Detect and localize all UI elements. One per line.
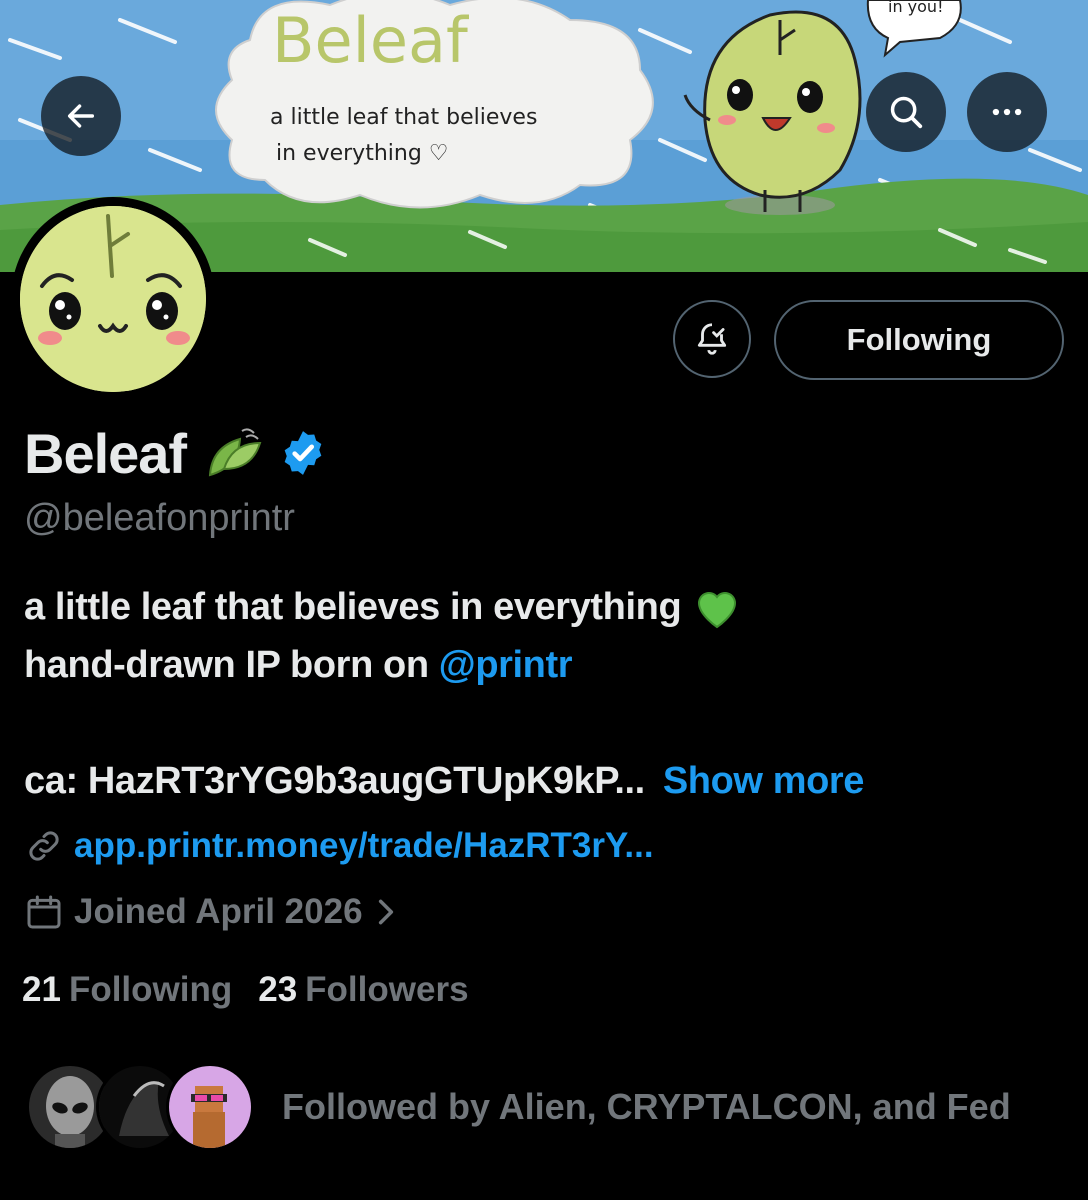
show-more-link[interactable]: Show more	[663, 752, 865, 810]
bio-text-2: hand-drawn IP born on	[24, 644, 429, 686]
more-button[interactable]	[967, 72, 1047, 152]
followed-by-text[interactable]: Followed by Alien, CRYPTALCON, and Fed	[282, 1086, 1011, 1128]
search-icon	[890, 96, 923, 129]
profile-website-row: app.printr.money/trade/HazRT3rY...	[24, 826, 654, 866]
following-label: Following	[68, 970, 233, 1009]
followers-count: 23	[258, 970, 298, 1009]
bio-text-1: a little leaf that believes in everythin…	[24, 586, 682, 628]
more-horizontal-icon	[992, 108, 1022, 116]
bio-contract-address: ca: HazRT3rYG9b3augGTUpK9kP...	[24, 760, 645, 802]
bell-check-icon	[697, 323, 727, 355]
back-button[interactable]	[41, 76, 121, 156]
search-button[interactable]	[866, 72, 946, 152]
bio-line-3: ca: HazRT3rYG9b3augGTUpK9kP... Show more	[24, 752, 864, 810]
banner-speech-text: in you!	[888, 0, 943, 16]
banner-tagline-line1: a little leaf that believes	[270, 105, 537, 130]
leaf-mascot-avatar	[20, 206, 206, 392]
joined-date: Joined April 2026	[74, 892, 363, 931]
profile-website-link[interactable]: app.printr.money/trade/HazRT3rY...	[74, 826, 654, 866]
followers-count-link[interactable]: 23 Followers	[258, 970, 468, 1010]
leaves-icon	[202, 425, 264, 481]
following-count-link[interactable]: 21 Following	[22, 970, 232, 1010]
chevron-right-icon	[375, 896, 397, 928]
followers-label: Followers	[305, 970, 469, 1009]
following-button[interactable]: Following	[774, 300, 1064, 380]
profile-stats: 21 Following 23 Followers	[22, 970, 469, 1010]
display-name: Beleaf	[24, 421, 187, 485]
banner-tagline-line2: in everything ♡	[276, 141, 449, 166]
profile-bio: a little leaf that believes in everythin…	[24, 578, 864, 810]
profile-name-row: Beleaf	[24, 418, 328, 488]
bio-line-1: a little leaf that believes in everythin…	[24, 578, 864, 636]
notifications-button[interactable]	[673, 300, 751, 378]
link-icon	[29, 831, 59, 861]
verified-badge-icon[interactable]	[278, 428, 328, 478]
calendar-icon	[27, 895, 61, 929]
arrow-left-icon	[67, 104, 95, 128]
bio-line-2: hand-drawn IP born on @printr	[24, 636, 864, 694]
profile-joined-row[interactable]: Joined April 2026	[24, 892, 397, 932]
profile-avatar[interactable]	[11, 197, 215, 401]
banner-title-art: Beleaf	[272, 4, 470, 77]
following-count: 21	[22, 970, 61, 1009]
profile-handle: @beleafonprintr	[24, 497, 295, 539]
green-heart-icon	[693, 585, 741, 629]
followed-by-row[interactable]: Followed by Alien, CRYPTALCON, and Fed	[26, 1062, 1011, 1152]
fed-avatar	[166, 1063, 254, 1151]
bio-mention-link[interactable]: @printr	[439, 636, 573, 694]
